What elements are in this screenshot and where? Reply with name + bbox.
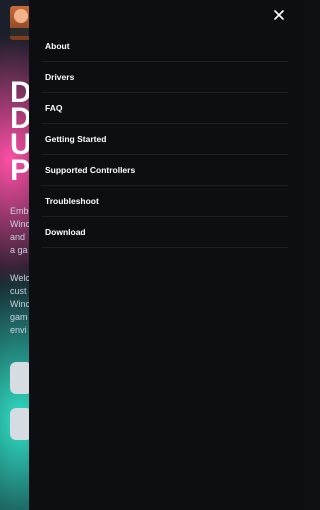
menu-item-faq[interactable]: FAQ xyxy=(41,93,288,124)
menu-item-label: Drivers xyxy=(45,72,75,82)
menu-item-troubleshoot[interactable]: Troubleshoot xyxy=(41,186,288,217)
menu-item-download[interactable]: Download xyxy=(41,217,288,248)
menu-item-label: Getting Started xyxy=(45,134,107,144)
menu-item-label: About xyxy=(45,41,70,51)
menu-item-label: Troubleshoot xyxy=(45,196,99,206)
drawer-menu: About Drivers FAQ Getting Started Suppor… xyxy=(41,31,288,248)
menu-item-label: FAQ xyxy=(45,103,63,113)
logo-figure xyxy=(14,9,28,23)
menu-item-about[interactable]: About xyxy=(41,31,288,62)
menu-item-getting-started[interactable]: Getting Started xyxy=(41,124,288,155)
menu-item-drivers[interactable]: Drivers xyxy=(41,62,288,93)
navigation-drawer: About Drivers FAQ Getting Started Suppor… xyxy=(29,0,300,510)
close-icon[interactable] xyxy=(270,6,288,24)
menu-item-label: Supported Controllers xyxy=(45,165,136,175)
menu-item-supported-controllers[interactable]: Supported Controllers xyxy=(41,155,288,186)
menu-item-label: Download xyxy=(45,227,86,237)
